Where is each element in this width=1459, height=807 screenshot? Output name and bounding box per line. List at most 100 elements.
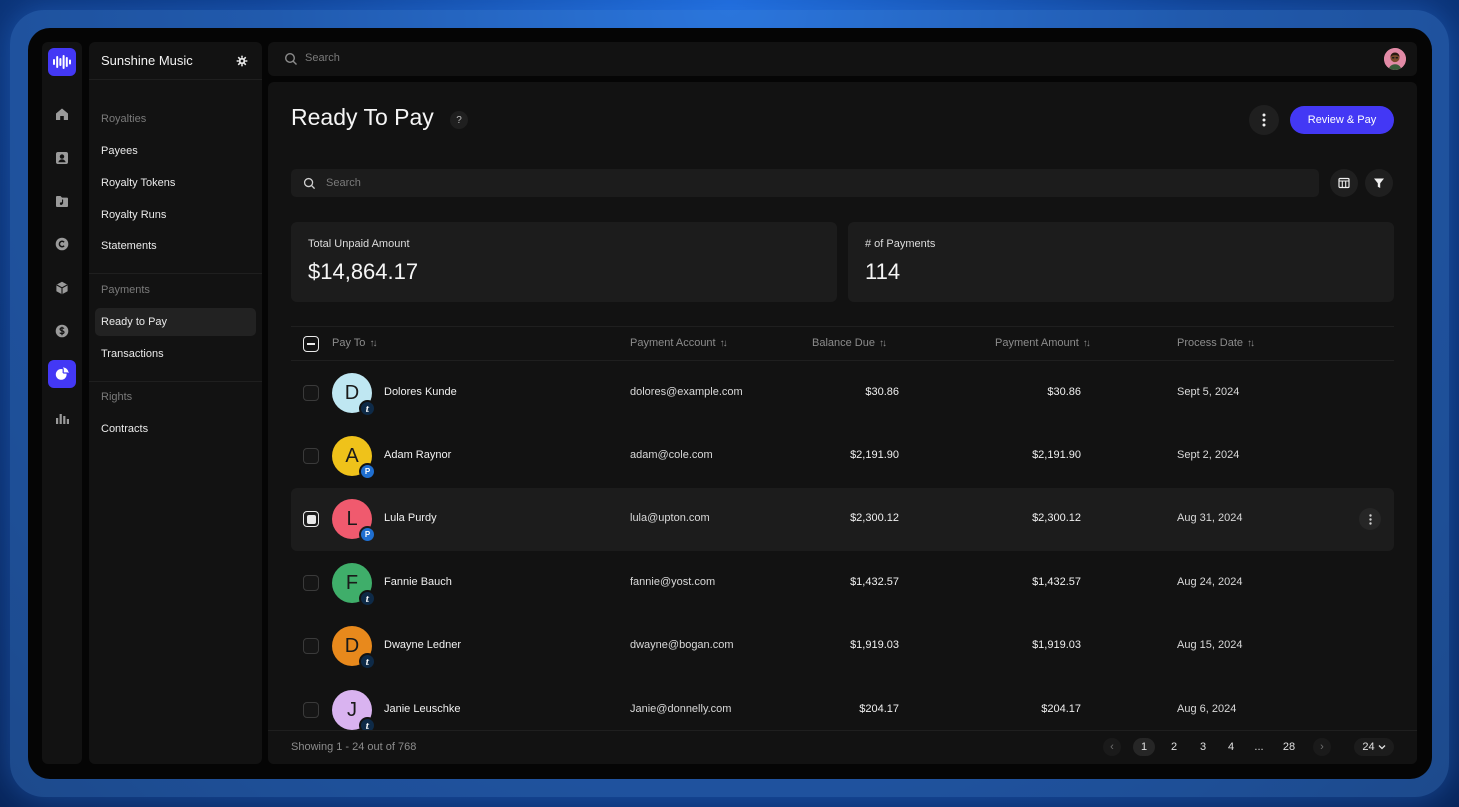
balance-due: $2,191.90 xyxy=(850,449,899,461)
global-search-input[interactable]: Search xyxy=(305,52,340,64)
sidebar-divider xyxy=(89,273,262,274)
table-row[interactable]: A P Adam Raynor adam@cole.com $2,191.90 $2,19… xyxy=(291,425,1394,488)
stat-value: 114 xyxy=(865,259,901,284)
payee-name: Dolores Kunde xyxy=(384,386,457,398)
sidebar-item-payees[interactable]: Payees xyxy=(95,137,256,165)
more-options-button[interactable] xyxy=(1249,105,1279,135)
row-checkbox[interactable] xyxy=(303,702,319,718)
sidebar-item-ready-to-pay[interactable]: Ready to Pay xyxy=(95,308,256,336)
tipalti-icon: t xyxy=(359,590,376,607)
payment-account: dwayne@bogan.com xyxy=(630,639,734,651)
column-header-process-date[interactable]: Process Date ↑↓ xyxy=(1177,337,1255,349)
balance-due: $30.86 xyxy=(865,386,899,398)
table-search-field[interactable]: Search xyxy=(291,169,1319,197)
row-checkbox[interactable] xyxy=(303,448,319,464)
paypal-icon: P xyxy=(359,463,376,480)
column-header-balance-due[interactable]: Balance Due ↑↓ xyxy=(812,337,887,349)
table-row[interactable]: L P Lula Purdy lula@upton.com $2,300.12 $2,30… xyxy=(291,488,1394,551)
settings-gear-icon[interactable] xyxy=(234,53,250,69)
app-logo-icon[interactable] xyxy=(48,48,76,76)
table-row[interactable]: Dt Dwayne Ledner dwayne@bogan.com $1,919.03… xyxy=(291,615,1394,678)
total-unpaid-card: Total Unpaid Amount $14,864.17 xyxy=(291,222,837,302)
payment-account: adam@cole.com xyxy=(630,449,713,461)
sidebar-item-statements[interactable]: Statements xyxy=(95,232,256,260)
org-header: Sunshine Music xyxy=(89,42,262,80)
contacts-icon[interactable] xyxy=(48,144,76,172)
section-label-payments: Payments xyxy=(101,284,150,296)
page-button-28[interactable]: 28 xyxy=(1276,738,1302,756)
stat-value: $14,864.17 xyxy=(308,259,419,284)
process-date: Aug 31, 2024 xyxy=(1177,512,1243,524)
filter-button[interactable] xyxy=(1365,169,1393,197)
box-icon[interactable] xyxy=(48,274,76,302)
org-name: Sunshine Music xyxy=(101,53,193,68)
main-panel: Ready To Pay ? Review & Pay Search Total… xyxy=(268,82,1417,764)
process-date: Aug 6, 2024 xyxy=(1177,703,1237,715)
process-date: Aug 24, 2024 xyxy=(1177,576,1243,588)
table-row[interactable]: Ft Fannie Bauch fannie@yost.com $1,432.57 $1… xyxy=(291,552,1394,615)
section-label-royalties: Royalties xyxy=(101,113,147,125)
process-date: Aug 15, 2024 xyxy=(1177,639,1243,651)
sidebar-item-contracts[interactable]: Contracts xyxy=(95,415,256,443)
table-header: Pay To ↑↓ Payment Account ↑↓ Balance Due ↑↓… xyxy=(291,326,1394,361)
row-checkbox[interactable] xyxy=(303,575,319,591)
payment-account: Janie@donnelly.com xyxy=(630,703,732,715)
prev-page-button[interactable]: ‹ xyxy=(1103,738,1121,756)
column-header-pay-to[interactable]: Pay To ↑↓ xyxy=(332,337,377,349)
app-window: Sunshine Music Royalties Payees Royalty … xyxy=(28,28,1432,779)
stat-label: # of Payments xyxy=(865,238,936,250)
sort-icon: ↑↓ xyxy=(1247,337,1255,349)
process-date: Sept 5, 2024 xyxy=(1177,386,1240,398)
payment-account: dolores@example.com xyxy=(630,386,743,398)
home-icon[interactable] xyxy=(48,100,76,128)
select-all-checkbox[interactable] xyxy=(303,336,319,352)
process-date: Sept 2, 2024 xyxy=(1177,449,1240,461)
page-title: Ready To Pay xyxy=(291,104,434,130)
payment-amount: $2,191.90 xyxy=(1032,449,1081,461)
row-checkbox[interactable] xyxy=(303,511,319,527)
page-button-2[interactable]: 2 xyxy=(1163,738,1185,756)
review-and-pay-button[interactable]: Review & Pay xyxy=(1290,106,1394,134)
help-icon[interactable]: ? xyxy=(450,111,468,129)
music-folder-icon[interactable] xyxy=(48,187,76,215)
sidebar-item-royalty-tokens[interactable]: Royalty Tokens xyxy=(95,169,256,197)
table-search-placeholder: Search xyxy=(326,177,361,189)
next-page-button[interactable]: › xyxy=(1313,738,1331,756)
payments-count-card: # of Payments 114 xyxy=(848,222,1394,302)
analytics-icon[interactable] xyxy=(48,404,76,432)
tipalti-icon: t xyxy=(359,653,376,670)
payee-name: Adam Raynor xyxy=(384,449,452,461)
columns-toggle-button[interactable] xyxy=(1330,169,1358,197)
page-button-4[interactable]: 4 xyxy=(1220,738,1242,756)
row-checkbox[interactable] xyxy=(303,638,319,654)
sidebar-divider xyxy=(89,381,262,382)
payee-name: Janie Leuschke xyxy=(384,703,461,715)
row-checkbox[interactable] xyxy=(303,385,319,401)
sidebar-item-transactions[interactable]: Transactions xyxy=(95,340,256,368)
payee-name: Lula Purdy xyxy=(384,512,437,524)
payment-amount: $2,300.12 xyxy=(1032,512,1081,524)
balance-due: $204.17 xyxy=(859,703,899,715)
table-footer: Showing 1 - 24 out of 768 ‹ 1 2 3 4 ... … xyxy=(268,730,1417,764)
page-button-3[interactable]: 3 xyxy=(1192,738,1214,756)
dollar-icon[interactable] xyxy=(48,317,76,345)
copyright-icon[interactable] xyxy=(48,230,76,258)
rows-per-page-select[interactable]: 24 xyxy=(1354,738,1394,756)
payments-icon[interactable] xyxy=(48,360,76,388)
page-ellipsis: ... xyxy=(1254,741,1264,753)
user-avatar[interactable] xyxy=(1384,48,1406,70)
table-row[interactable]: Dt Dolores Kunde dolores@example.com $30.86… xyxy=(291,362,1394,425)
column-header-payment-amount[interactable]: Payment Amount ↑↓ xyxy=(995,337,1091,349)
column-header-payment-account[interactable]: Payment Account ↑↓ xyxy=(630,337,728,349)
row-more-options-button[interactable] xyxy=(1359,508,1381,530)
payment-amount: $1,432.57 xyxy=(1032,576,1081,588)
payment-amount: $204.17 xyxy=(1041,703,1081,715)
sidebar-item-royalty-runs[interactable]: Royalty Runs xyxy=(95,201,256,229)
payment-amount: $1,919.03 xyxy=(1032,639,1081,651)
sidebar: Sunshine Music Royalties Payees Royalty … xyxy=(89,42,262,764)
sort-icon: ↑↓ xyxy=(1082,337,1091,349)
balance-due: $1,432.57 xyxy=(850,576,899,588)
search-icon xyxy=(303,177,316,190)
sort-icon: ↑↓ xyxy=(719,337,728,349)
page-button-1[interactable]: 1 xyxy=(1133,738,1155,756)
